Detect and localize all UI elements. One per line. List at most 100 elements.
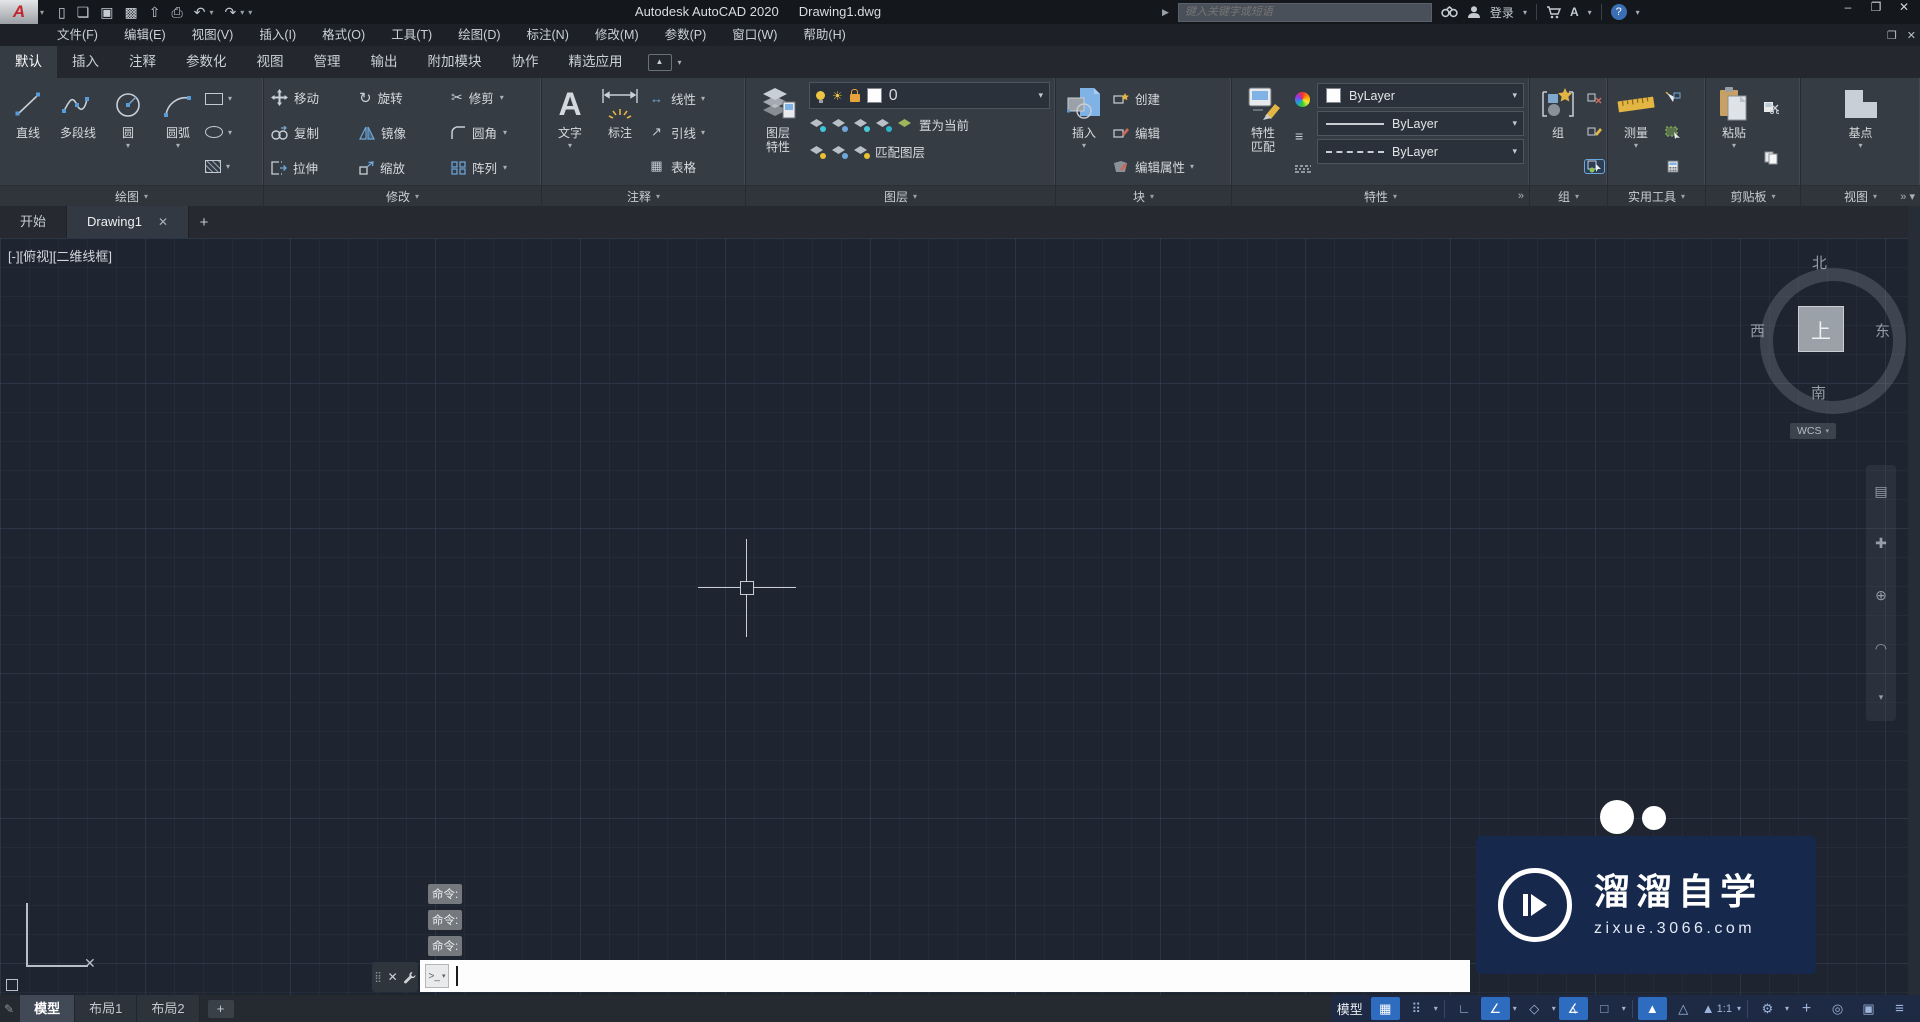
nav-wheel-icon[interactable]: ▤ (1874, 483, 1887, 500)
rectangle-caret-icon[interactable]: ▾ (228, 94, 232, 103)
rectangle-button[interactable]: ▾ (205, 87, 232, 111)
app-menu-caret-icon[interactable]: ▾ (40, 8, 44, 17)
layer-dropdown-caret-icon[interactable]: ▾ (1038, 90, 1043, 101)
tab-layout1[interactable]: 布局1 (75, 995, 138, 1022)
menu-file[interactable]: 文件(F) (44, 24, 111, 46)
menu-window[interactable]: 窗口(W) (719, 24, 790, 46)
linear-dimension-button[interactable]: ↔ 线性 ▾ (647, 87, 740, 111)
array-caret-icon[interactable]: ▾ (503, 163, 507, 172)
command-close-icon[interactable]: ✕ (388, 970, 398, 984)
app-logo-icon[interactable]: A (0, 0, 38, 24)
quick-select-icon[interactable] (1663, 92, 1682, 105)
layer-thaw-all-icon[interactable] (853, 145, 870, 159)
search-communities-icon[interactable] (1441, 6, 1458, 18)
search-input[interactable] (1177, 2, 1432, 22)
ribbon-tab-parametric[interactable]: 参数化 (171, 46, 242, 78)
leader-button[interactable]: ↗ 引线 ▾ (647, 120, 740, 144)
isolate-objects-button[interactable]: ◎ (1823, 997, 1852, 1020)
apps-caret-icon[interactable]: ▾ (1588, 8, 1592, 17)
osnap-caret-icon[interactable]: ▾ (1622, 1004, 1626, 1013)
group-selection-toggle-icon[interactable] (1584, 158, 1605, 174)
ribbon-tab-addins[interactable]: 附加模块 (413, 46, 497, 78)
linetype-dropdown[interactable]: ByLayer ▾ (1317, 139, 1524, 164)
menu-help[interactable]: 帮助(H) (790, 24, 858, 46)
polar-tracking-toggle[interactable]: ∠ (1480, 997, 1510, 1020)
sign-in-caret-icon[interactable]: ▾ (1523, 8, 1527, 17)
group-button[interactable]: 组 (1533, 80, 1583, 185)
layer-freeze-icon[interactable] (853, 118, 870, 132)
object-snap-toggle[interactable]: □ (1590, 997, 1619, 1020)
snap-caret-icon[interactable]: ▾ (1434, 1004, 1438, 1013)
menu-format[interactable]: 格式(O) (309, 24, 378, 46)
paste-button[interactable]: 粘贴 ▾ (1709, 80, 1759, 185)
measure-caret-icon[interactable]: ▾ (1634, 141, 1638, 150)
annotation-visibility-toggle[interactable]: ▲ (1637, 997, 1667, 1020)
customize-crosshair-button[interactable]: + (1792, 997, 1821, 1020)
ribbon-collapse-icon[interactable]: ▲ (647, 53, 672, 71)
ortho-toggle[interactable]: ∟ (1450, 997, 1479, 1020)
panel-footer-groups[interactable]: 组 ▾ (1530, 185, 1607, 206)
panel-footer-utilities[interactable]: 实用工具 ▾ (1608, 185, 1705, 206)
base-point-button[interactable]: 基点 ▾ (1836, 80, 1886, 185)
ribbon-collapse-caret-icon[interactable]: ▾ (678, 58, 682, 67)
doc-close-button[interactable]: ✕ (1907, 29, 1916, 42)
text-caret-icon[interactable]: ▾ (568, 141, 572, 150)
pan-icon[interactable]: ✚ (1875, 535, 1887, 552)
open-file-icon[interactable]: ❏ (77, 4, 90, 21)
isodraft-caret-icon[interactable]: ▾ (1552, 1004, 1556, 1013)
customization-menu-button[interactable]: ≡ (1885, 997, 1914, 1020)
qat-customize-caret-icon[interactable]: ▾ (248, 8, 252, 17)
undo-icon[interactable]: ↶ (194, 4, 206, 21)
panel-footer-view[interactable]: 视图 ▾» ▾ (1801, 185, 1920, 206)
polyline-button[interactable]: 多段线 (53, 80, 103, 185)
layer-select-dropdown[interactable]: ☀ 0 ▾ (809, 82, 1050, 109)
workspace-caret-icon[interactable]: ▾ (1785, 1004, 1789, 1013)
match-properties-button[interactable]: 特性 匹配 (1235, 80, 1291, 185)
cut-icon[interactable] (1761, 101, 1780, 114)
make-current-icon[interactable] (897, 118, 912, 130)
save-as-icon[interactable]: ▩ (125, 4, 138, 21)
command-input-bar[interactable]: >_ ▾ (420, 960, 1470, 992)
select-all-icon[interactable] (1663, 126, 1682, 139)
ribbon-tab-insert[interactable]: 插入 (57, 46, 114, 78)
menu-view[interactable]: 视图(V) (179, 24, 247, 46)
nav-more-icon[interactable]: ▾ (1879, 692, 1884, 703)
fillet-caret-icon[interactable]: ▾ (503, 128, 507, 137)
insert-block-button[interactable]: 插入 ▾ (1059, 80, 1109, 185)
menu-tools[interactable]: 工具(T) (378, 24, 445, 46)
autodesk-apps-icon[interactable]: A (1570, 5, 1579, 19)
viewcube-east[interactable]: 东 (1875, 320, 1890, 341)
snap-toggle[interactable]: ⠿ (1402, 997, 1431, 1020)
ellipse-button[interactable]: ▾ (205, 120, 232, 144)
base-point-caret-icon[interactable]: ▾ (1858, 141, 1862, 150)
group-edit-icon[interactable] (1585, 126, 1604, 139)
layer-isolate-icon[interactable] (831, 118, 848, 132)
orbit-icon[interactable]: ◠ (1875, 640, 1887, 657)
dialog-launcher-icon[interactable]: » (1518, 190, 1524, 202)
ribbon-tab-collaborate[interactable]: 协作 (497, 46, 554, 78)
linetype-icon[interactable] (1295, 165, 1311, 173)
layer-lock-icon[interactable] (875, 118, 892, 132)
doc-restore-button[interactable]: ❐ (1887, 29, 1897, 42)
help-icon[interactable]: ? (1610, 4, 1627, 20)
object-color-dropdown[interactable]: ByLayer ▾ (1317, 83, 1524, 108)
lineweight-dropdown-caret-icon[interactable]: ▾ (1512, 118, 1517, 129)
object-snap-tracking-toggle[interactable]: ∡ (1558, 997, 1588, 1020)
panel-footer-block[interactable]: 块 ▾ (1056, 185, 1231, 206)
trim-caret-icon[interactable]: ▾ (500, 93, 504, 102)
menu-edit[interactable]: 编辑(E) (111, 24, 179, 46)
match-layer-button[interactable]: 匹配图层 (809, 139, 1050, 163)
linear-caret-icon[interactable]: ▾ (701, 94, 705, 103)
command-drag-handle[interactable]: ⣿ (374, 972, 382, 983)
panel-footer-properties[interactable]: 特性 ▾» (1232, 185, 1529, 206)
edit-attributes-button[interactable]: 编辑属性 ▾ (1111, 154, 1226, 178)
account-icon[interactable] (1467, 5, 1481, 19)
command-prompt-icon[interactable]: >_ ▾ (425, 964, 449, 988)
ribbon-tab-output[interactable]: 输出 (356, 46, 413, 78)
hatch-caret-icon[interactable]: ▾ (226, 162, 230, 171)
annotation-scale-caret-icon[interactable]: ▾ (1737, 1004, 1741, 1013)
insert-caret-icon[interactable]: ▾ (1082, 141, 1086, 150)
minimize-button[interactable]: – (1834, 0, 1862, 14)
circle-caret-icon[interactable]: ▾ (126, 141, 130, 150)
viewcube-south[interactable]: 南 (1811, 382, 1826, 403)
